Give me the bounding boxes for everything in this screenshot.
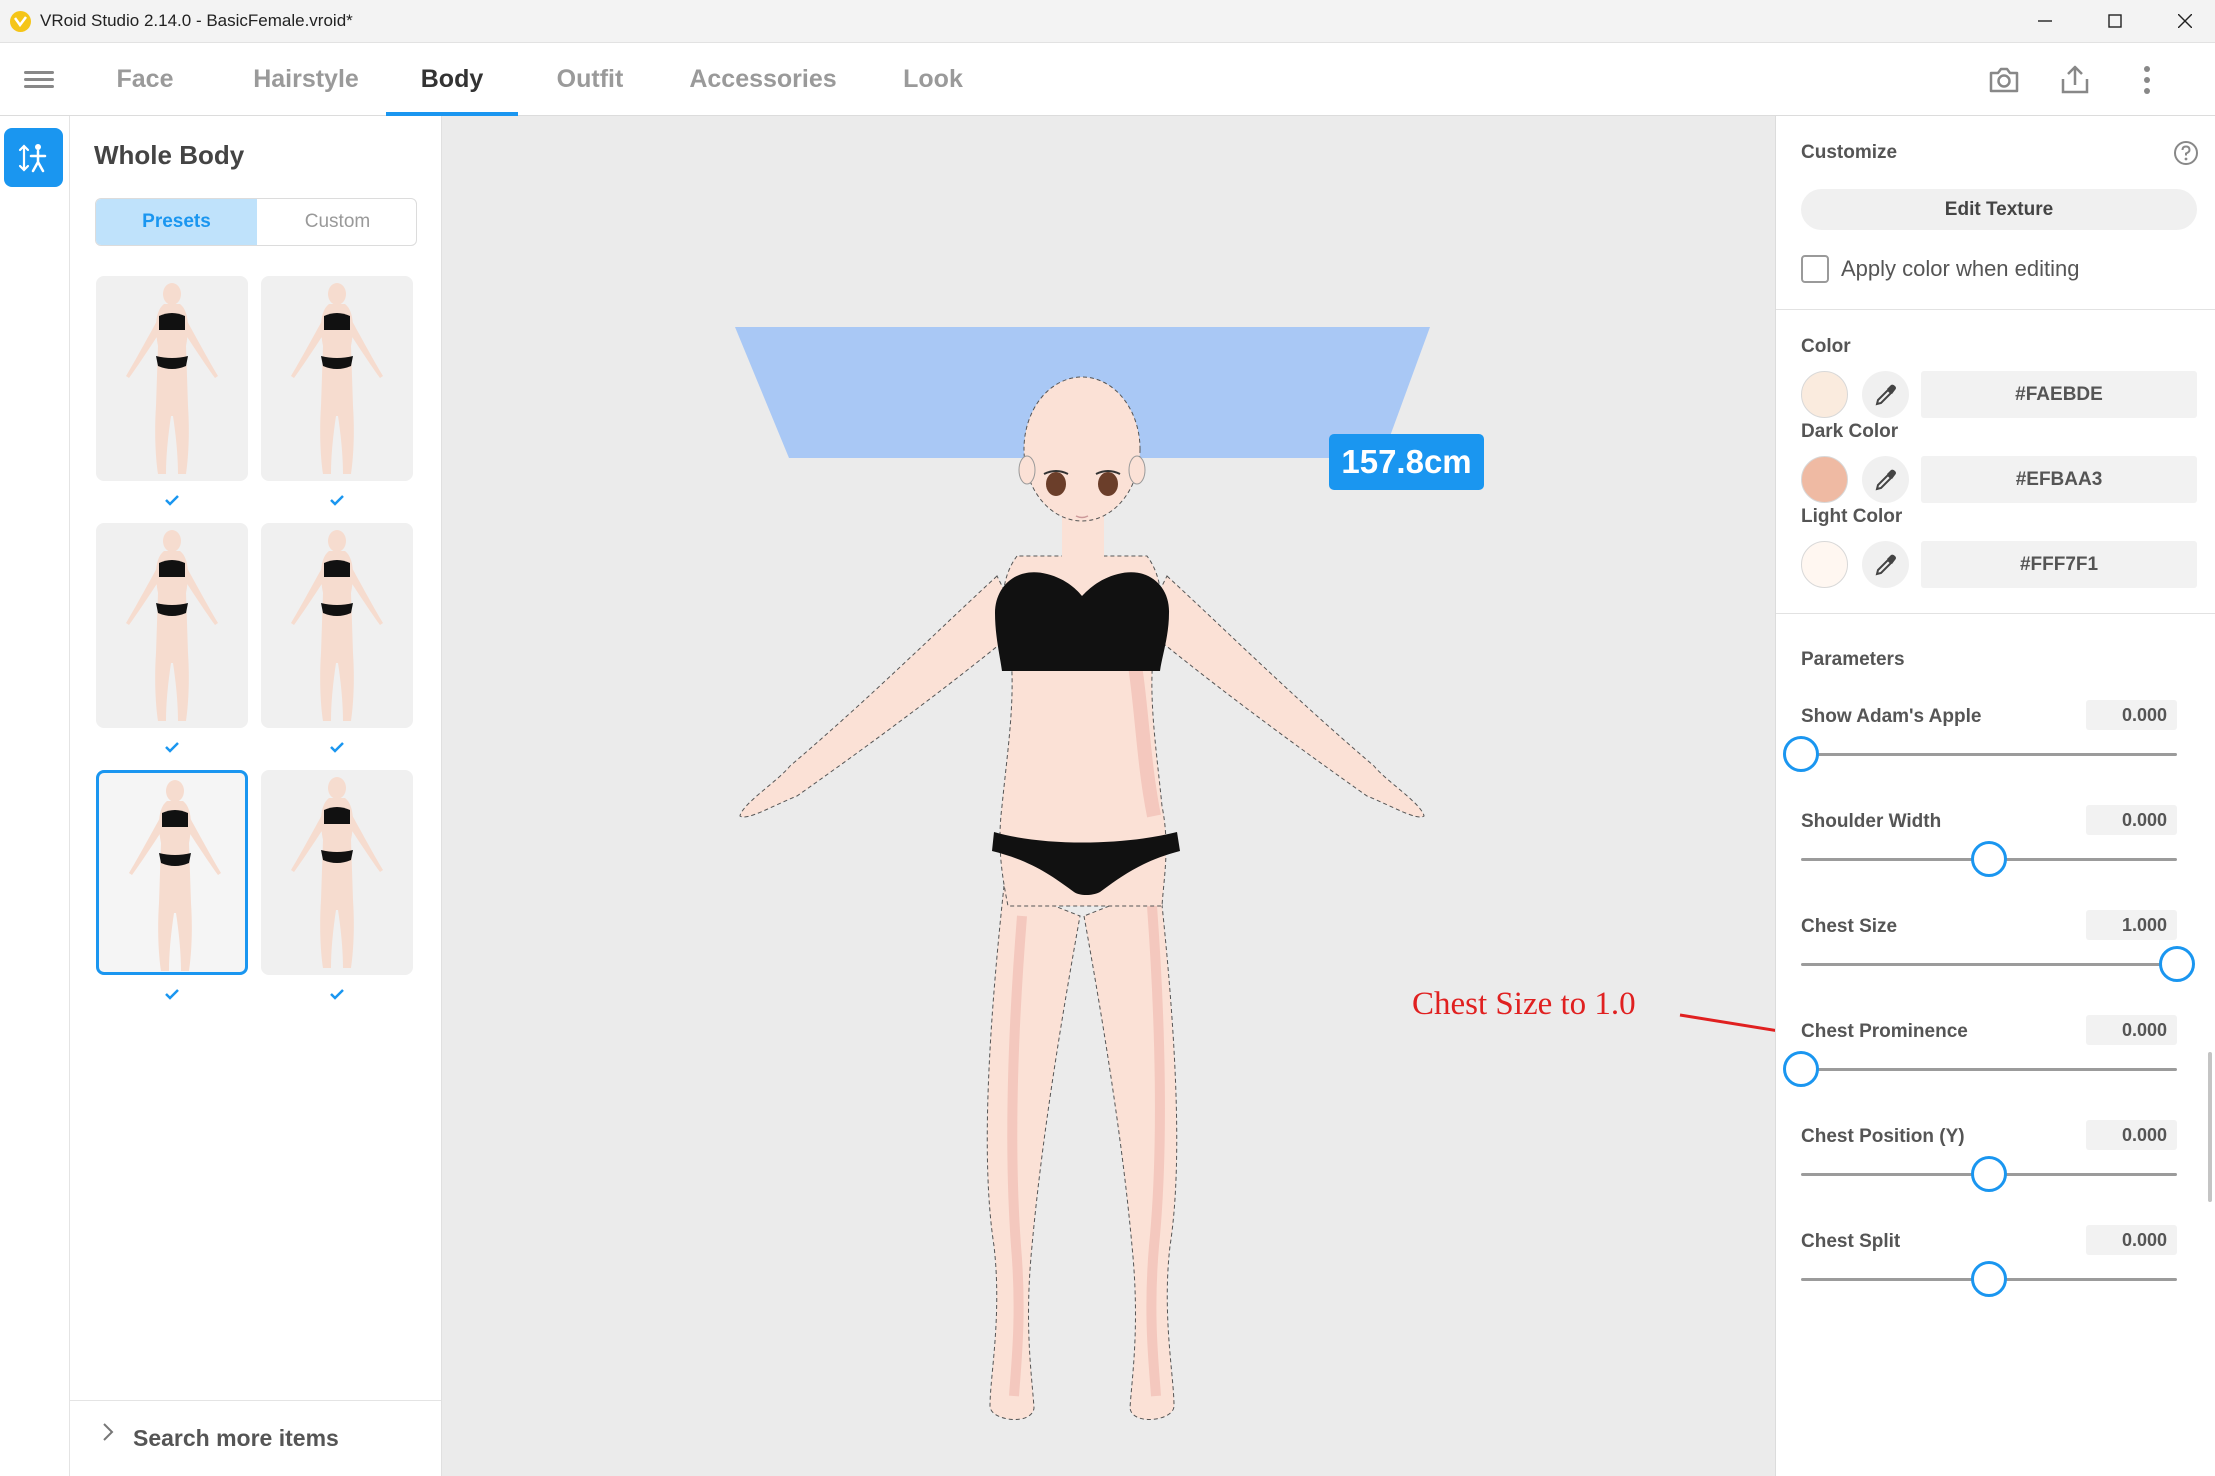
slider-thumb[interactable] — [1971, 1261, 2007, 1297]
preset-card[interactable] — [96, 770, 248, 975]
presets-tab[interactable]: Presets — [96, 199, 257, 245]
color-hex-field[interactable]: #FAEBDE — [1921, 371, 2197, 418]
param-value-field[interactable]: 0.000 — [2086, 1015, 2177, 1045]
check-icon — [330, 989, 344, 1000]
tab-accessories[interactable]: Accessories — [688, 43, 838, 116]
vroid-logo-icon — [10, 11, 31, 32]
slider-track[interactable] — [1801, 1068, 2177, 1071]
hamburger-menu-icon[interactable] — [24, 67, 54, 93]
param-label: Chest Split — [1801, 1231, 1901, 1252]
light-color-swatch[interactable] — [1801, 541, 1848, 588]
annotation-text: Chest Size to 1.0 — [1412, 986, 1636, 1022]
light-color-hex-field[interactable]: #FFF7F1 — [1921, 541, 2197, 588]
panel-scrollbar[interactable] — [2208, 1052, 2212, 1202]
param-label: Chest Prominence — [1801, 1021, 1968, 1042]
maximize-button[interactable] — [2080, 0, 2150, 43]
custom-tab[interactable]: Custom — [257, 199, 416, 245]
dark-color-hex-field[interactable]: #EFBAA3 — [1921, 456, 2197, 503]
close-button[interactable] — [2150, 0, 2215, 43]
panel-title: Whole Body — [94, 140, 245, 170]
preset-card[interactable] — [261, 770, 413, 975]
preset-panel: Whole Body Presets Custom Search more it… — [70, 116, 442, 1476]
param-value-field[interactable]: 0.000 — [2086, 1120, 2177, 1150]
height-label: 157.8cm — [1329, 434, 1484, 490]
check-icon — [330, 742, 344, 753]
preset-thumbnail — [291, 283, 383, 474]
check-icon — [165, 989, 179, 1000]
whole-body-category-button[interactable] — [4, 128, 63, 187]
param-value-field[interactable]: 0.000 — [2086, 700, 2177, 730]
param-value-field[interactable]: 0.000 — [2086, 805, 2177, 835]
tab-hairstyle[interactable]: Hairstyle — [236, 43, 376, 116]
tab-outfit[interactable]: Outfit — [545, 43, 635, 116]
preset-thumbnail — [129, 780, 221, 971]
param-label: Shoulder Width — [1801, 811, 1942, 832]
search-more-label: Search more items — [133, 1425, 339, 1451]
properties-panel: Customize Edit Texture Apply color when … — [1775, 116, 2215, 1476]
avatar-model — [735, 327, 1430, 1421]
preset-custom-toggle: Presets Custom — [95, 198, 417, 246]
help-icon[interactable] — [2173, 140, 2199, 166]
preset-card[interactable] — [96, 523, 248, 728]
divider — [1776, 613, 2215, 614]
dark-color-label: Dark Color — [1801, 421, 1899, 442]
preset-thumbnail — [291, 777, 383, 968]
dark-color-swatch[interactable] — [1801, 456, 1848, 503]
export-icon[interactable] — [2058, 63, 2092, 97]
main-tab-bar: Face Hairstyle Body Outfit Accessories L… — [0, 43, 2215, 116]
param-value-field[interactable]: 1.000 — [2086, 910, 2177, 940]
color-swatch[interactable] — [1801, 371, 1848, 418]
eyedropper-icon[interactable] — [1862, 456, 1909, 503]
param-label: Show Adam's Apple — [1801, 706, 1982, 727]
divider — [1776, 309, 2215, 310]
title-bar: VRoid Studio 2.14.0 - BasicFemale.vroid* — [0, 0, 2215, 43]
preset-card[interactable] — [261, 523, 413, 728]
preset-thumbnail — [126, 530, 218, 721]
eyedropper-icon[interactable] — [1862, 541, 1909, 588]
3d-viewport[interactable]: 157.8cm Chest Size to 1.0 — [442, 116, 1775, 1476]
tab-look[interactable]: Look — [893, 43, 973, 116]
apply-color-label: Apply color when editing — [1841, 256, 2080, 281]
check-icon — [165, 742, 179, 753]
preset-card[interactable] — [261, 276, 413, 481]
slider-thumb[interactable] — [1971, 1156, 2007, 1192]
eyedropper-icon[interactable] — [1862, 371, 1909, 418]
slider-track[interactable] — [1801, 963, 2177, 966]
more-vertical-icon[interactable] — [2130, 63, 2164, 97]
check-icon — [330, 495, 344, 506]
check-icon — [165, 495, 179, 506]
search-more-items[interactable]: Search more items — [70, 1400, 441, 1476]
minimize-button[interactable] — [2010, 0, 2080, 43]
preset-card[interactable] — [96, 276, 248, 481]
param-value-field[interactable]: 0.000 — [2086, 1225, 2177, 1255]
preset-thumbnail — [291, 530, 383, 721]
edit-texture-button[interactable]: Edit Texture — [1801, 189, 2197, 230]
parameters-title: Parameters — [1801, 649, 1905, 670]
param-label: Chest Size — [1801, 916, 1898, 937]
camera-icon[interactable] — [1987, 63, 2021, 97]
preset-thumbnail — [126, 283, 218, 474]
light-color-label: Light Color — [1801, 506, 1903, 527]
apply-color-checkbox[interactable] — [1801, 255, 1829, 283]
color-label: Color — [1801, 336, 1851, 357]
slider-thumb[interactable] — [2159, 946, 2195, 982]
tab-face[interactable]: Face — [100, 43, 190, 116]
chevron-right-icon — [103, 1423, 114, 1441]
slider-thumb[interactable] — [1783, 736, 1819, 772]
window-title: VRoid Studio 2.14.0 - BasicFemale.vroid* — [40, 11, 353, 30]
tab-body[interactable]: Body — [386, 43, 518, 116]
category-strip — [0, 116, 70, 1476]
slider-thumb[interactable] — [1783, 1051, 1819, 1087]
param-label: Chest Position (Y) — [1801, 1126, 1965, 1147]
customize-title: Customize — [1801, 142, 1898, 163]
slider-track[interactable] — [1801, 753, 2177, 756]
slider-thumb[interactable] — [1971, 841, 2007, 877]
